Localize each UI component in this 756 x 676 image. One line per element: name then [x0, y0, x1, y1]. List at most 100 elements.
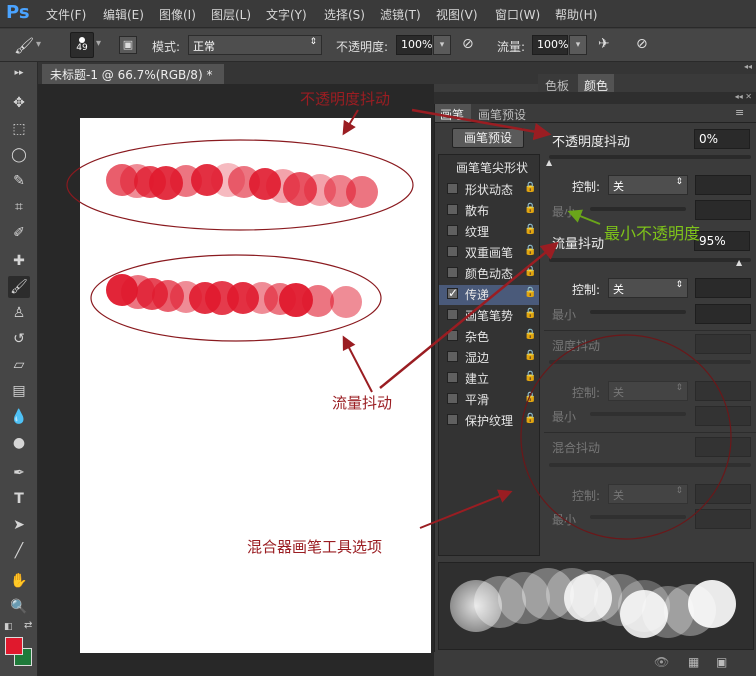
- panel-collapse-bar: ◂◂ ✕: [434, 92, 756, 104]
- divider: [544, 432, 756, 433]
- control-value-4: 关: [613, 489, 624, 502]
- checkbox[interactable]: [447, 351, 458, 362]
- control-label-1: 控制:: [572, 180, 601, 194]
- control-value-2: 关: [613, 283, 624, 296]
- control-extra-field-2[interactable]: [695, 278, 751, 298]
- min-opacity-slider[interactable]: [590, 207, 686, 211]
- checkbox[interactable]: [447, 225, 458, 236]
- lock-icon[interactable]: 🔒: [524, 245, 536, 256]
- checkbox[interactable]: ✓: [447, 287, 458, 299]
- checkbox[interactable]: [447, 372, 458, 383]
- lock-icon[interactable]: 🔒: [524, 266, 536, 277]
- control-select-2[interactable]: 关 ⇕: [608, 278, 688, 298]
- slider-handle-icon[interactable]: ▲: [736, 258, 742, 267]
- brush-setting-item[interactable]: 纹理: [465, 223, 489, 240]
- brush-setting-item[interactable]: 散布: [465, 202, 489, 219]
- lock-icon[interactable]: 🔒: [524, 308, 536, 319]
- opacity-jitter-slider[interactable]: [549, 155, 751, 159]
- brush-setting-item[interactable]: 画笔笔势: [465, 307, 513, 324]
- annotation-flow-jitter: 流量抖动: [332, 394, 393, 412]
- collapse-icon[interactable]: ◂◂: [538, 62, 756, 74]
- brush-presets-button[interactable]: 画笔预设: [452, 128, 524, 148]
- checkbox[interactable]: [447, 267, 458, 278]
- brush-setting-item[interactable]: 杂色: [465, 328, 489, 345]
- control-label-3: 控制:: [572, 386, 601, 400]
- brush-setting-item[interactable]: 颜色动态: [465, 265, 513, 282]
- updown-icon: ⇕: [675, 383, 683, 393]
- control-label-4: 控制:: [572, 489, 601, 503]
- brush-setting-item[interactable]: 传递: [465, 286, 489, 303]
- divider: [544, 330, 756, 331]
- updown-icon: ⇕: [675, 486, 683, 496]
- control-select-4: 关 ⇕: [608, 484, 688, 504]
- control-extra-field-3: [695, 381, 751, 401]
- min-mix-slider: [590, 515, 686, 519]
- control-label-2: 控制:: [572, 283, 601, 297]
- lock-icon[interactable]: 🔒: [524, 203, 536, 214]
- updown-icon: ⇕: [675, 280, 683, 290]
- tab-brush-presets[interactable]: 画笔预设: [478, 106, 526, 123]
- wetness-jitter-input: [695, 334, 751, 354]
- control-select-1[interactable]: 关 ⇕: [608, 175, 688, 195]
- lock-icon[interactable]: 🔒: [524, 350, 536, 361]
- min-flow-slider[interactable]: [590, 310, 686, 314]
- checkbox[interactable]: [447, 414, 458, 425]
- tab-brush[interactable]: 画笔: [440, 106, 464, 123]
- flow-jitter-input[interactable]: 95%: [694, 231, 750, 251]
- checkbox[interactable]: [447, 309, 458, 320]
- min-wetness-slider: [590, 412, 686, 416]
- opacity-jitter-input[interactable]: 0%: [694, 129, 750, 149]
- min-wetness-input: [695, 406, 751, 426]
- lock-icon[interactable]: 🔒: [524, 224, 536, 235]
- mix-jitter-input: [695, 437, 751, 457]
- updown-icon: ⇕: [675, 177, 683, 187]
- brush-grid-icon[interactable]: ▦: [688, 655, 699, 669]
- annotation-opacity-jitter: 不透明度抖动: [300, 90, 391, 108]
- preview-stroke: [450, 568, 736, 638]
- control-value-3: 关: [613, 386, 624, 399]
- lock-icon[interactable]: 🔒: [524, 182, 536, 193]
- toggle-visibility-icon[interactable]: 👁: [654, 655, 669, 669]
- lock-icon[interactable]: 🔒: [524, 413, 536, 424]
- lock-icon[interactable]: 🔒: [524, 287, 536, 298]
- flow-jitter-slider[interactable]: [549, 258, 751, 262]
- min-label-1: 最小: [552, 205, 577, 219]
- wetness-jitter-label: 湿度抖动: [552, 339, 601, 353]
- checkbox[interactable]: [447, 204, 458, 215]
- min-opacity-input[interactable]: [695, 200, 751, 220]
- control-value-1: 关: [613, 180, 624, 193]
- brush-setting-item[interactable]: 湿边: [465, 349, 489, 366]
- brush-setting-item[interactable]: 形状动态: [465, 181, 513, 198]
- brush-setting-item[interactable]: 平滑: [465, 391, 489, 408]
- min-mix-input: [695, 509, 751, 529]
- mix-jitter-label: 混合抖动: [552, 441, 601, 455]
- min-label-2: 最小: [552, 308, 577, 322]
- panel-menu-icon[interactable]: ≡: [735, 106, 744, 119]
- annotation-min-opacity: 最小不透明度: [604, 224, 701, 243]
- panel-footer: [434, 652, 756, 676]
- wetness-jitter-slider: [549, 360, 751, 364]
- min-flow-input[interactable]: [695, 304, 751, 324]
- checkbox[interactable]: [447, 330, 458, 341]
- lock-icon[interactable]: 🔒: [524, 329, 536, 340]
- control-extra-field-4: [695, 484, 751, 504]
- brush-setting-item[interactable]: 建立: [465, 370, 489, 387]
- opacity-jitter-stroke: [106, 163, 378, 208]
- divider: [434, 122, 756, 123]
- checkbox[interactable]: [447, 393, 458, 404]
- brush-setting-item[interactable]: 双重画笔: [465, 244, 513, 261]
- slider-handle-icon[interactable]: ▲: [546, 158, 552, 167]
- min-label-4: 最小: [552, 513, 577, 527]
- checkbox[interactable]: [447, 246, 458, 257]
- lock-icon[interactable]: 🔒: [524, 392, 536, 403]
- lock-icon[interactable]: 🔒: [524, 371, 536, 382]
- min-label-3: 最小: [552, 410, 577, 424]
- new-brush-icon[interactable]: ▣: [716, 655, 727, 669]
- flow-jitter-label: 流量抖动: [552, 237, 605, 252]
- control-extra-field-1[interactable]: [695, 175, 751, 195]
- brush-setting-item[interactable]: 保护纹理: [465, 412, 513, 429]
- brush-tip-shape-item[interactable]: 画笔笔尖形状: [456, 159, 528, 176]
- control-select-3: 关 ⇕: [608, 381, 688, 401]
- checkbox[interactable]: [447, 183, 458, 194]
- annotation-mixer-options: 混合器画笔工具选项: [247, 538, 383, 556]
